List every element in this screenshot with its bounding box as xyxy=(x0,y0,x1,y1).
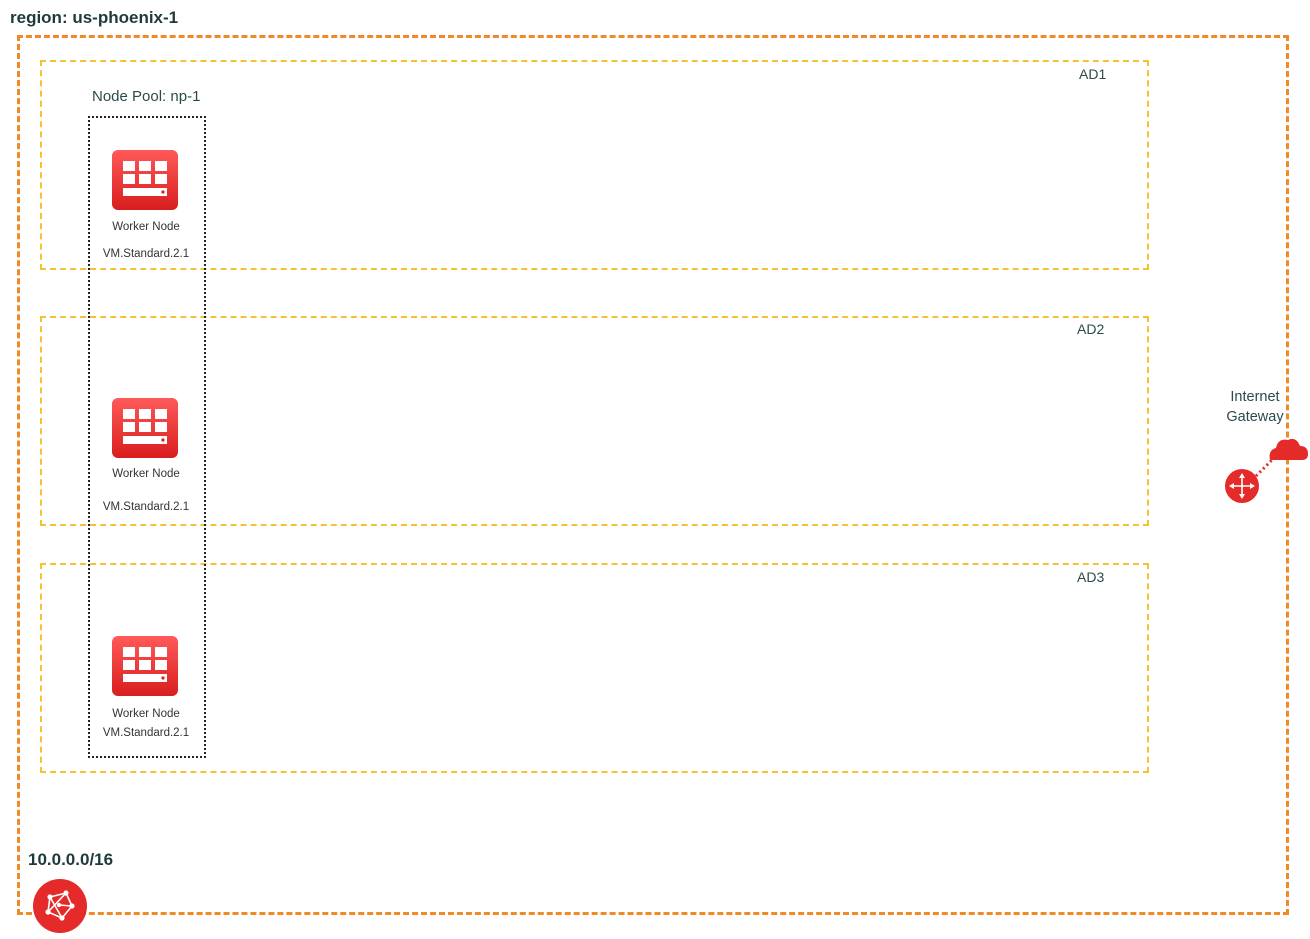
availability-domain-1 xyxy=(40,60,1149,270)
worker-node-1-shape: VM.Standard.2.1 xyxy=(102,248,190,260)
worker-node-2-name: Worker Node xyxy=(112,468,180,480)
internet-gateway-icon xyxy=(1220,432,1310,508)
ad3-label: AD3 xyxy=(1077,569,1105,585)
worker-node-3-shape: VM.Standard.2.1 xyxy=(102,727,190,739)
worker-node-3-name: Worker Node xyxy=(112,708,180,720)
worker-node-1-name: Worker Node xyxy=(112,221,180,233)
ad1-label: AD1 xyxy=(1079,66,1107,82)
compute-vm-icon xyxy=(110,634,180,698)
vcn-cidr-label: 10.0.0.0/16 xyxy=(28,850,114,869)
ad2-label: AD2 xyxy=(1077,321,1105,337)
region-title: region: us-phoenix-1 xyxy=(10,8,179,27)
compute-vm-icon xyxy=(110,396,180,460)
vcn-icon xyxy=(32,878,88,934)
node-pool-label: Node Pool: np-1 xyxy=(92,88,201,105)
availability-domain-3 xyxy=(40,563,1149,773)
compute-vm-icon xyxy=(110,148,180,212)
internet-gateway-label: Internet Gateway xyxy=(1226,389,1284,425)
availability-domain-2 xyxy=(40,316,1149,526)
worker-node-2-shape: VM.Standard.2.1 xyxy=(102,501,190,513)
